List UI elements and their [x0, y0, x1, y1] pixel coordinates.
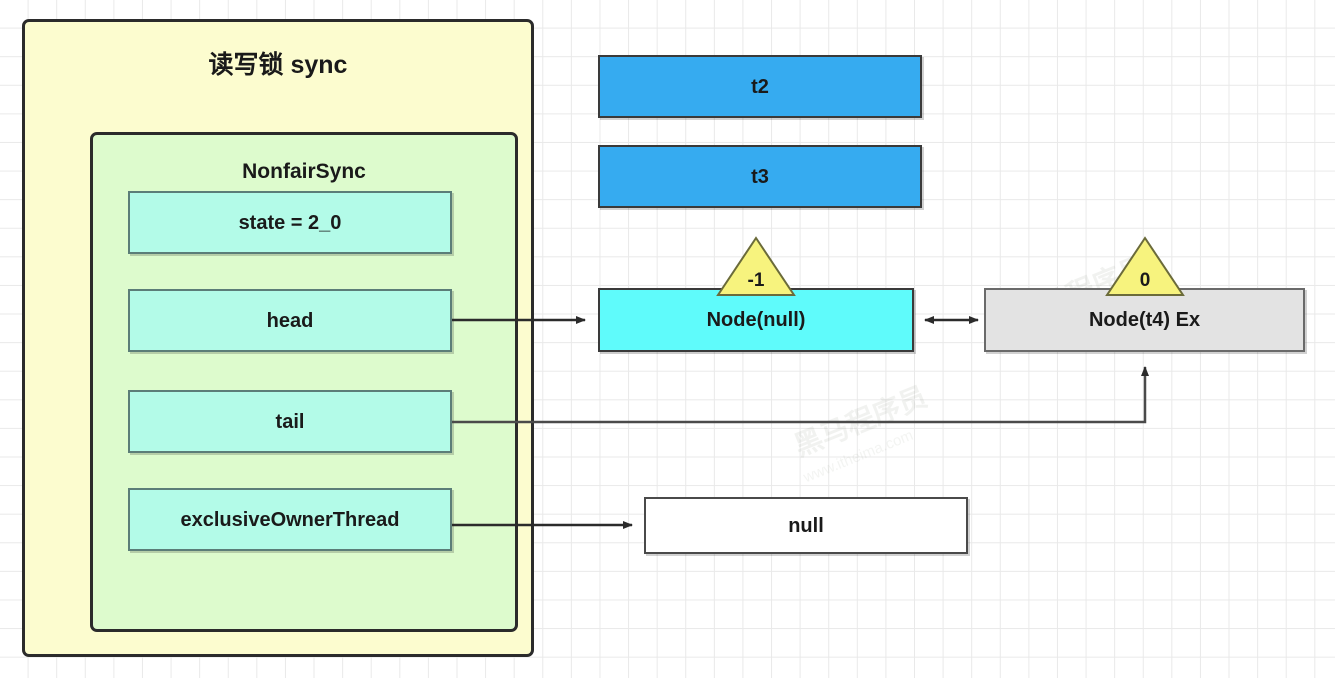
- field-exclusive-owner-thread[interactable]: exclusiveOwnerThread: [128, 488, 452, 551]
- connector-tail-to-node: [452, 366, 1149, 424]
- owner-null-box[interactable]: null: [644, 497, 968, 554]
- thread-box-t2[interactable]: t2: [598, 55, 922, 118]
- waitstatus-t4-label: 0: [1139, 270, 1151, 291]
- nonfairsync-title: NonfairSync: [242, 160, 366, 183]
- waitstatus-t4-wrap: 0: [1107, 238, 1183, 296]
- sync-title: 读写锁 sync: [208, 51, 348, 79]
- waitstatus-head-wrap: -1: [718, 238, 794, 296]
- waitstatus-head-label: -1: [747, 270, 765, 291]
- field-head[interactable]: head: [128, 289, 452, 352]
- node-head-null[interactable]: Node(null): [598, 288, 914, 352]
- node-t4-exclusive[interactable]: Node(t4) Ex: [984, 288, 1305, 352]
- field-state[interactable]: state = 2_0: [128, 191, 452, 254]
- diagram-canvas: 黑马程序员 www.itheima.com 黑马程序员 www.itheima.…: [0, 0, 1335, 678]
- field-tail[interactable]: tail: [128, 390, 452, 453]
- thread-box-t3[interactable]: t3: [598, 145, 922, 208]
